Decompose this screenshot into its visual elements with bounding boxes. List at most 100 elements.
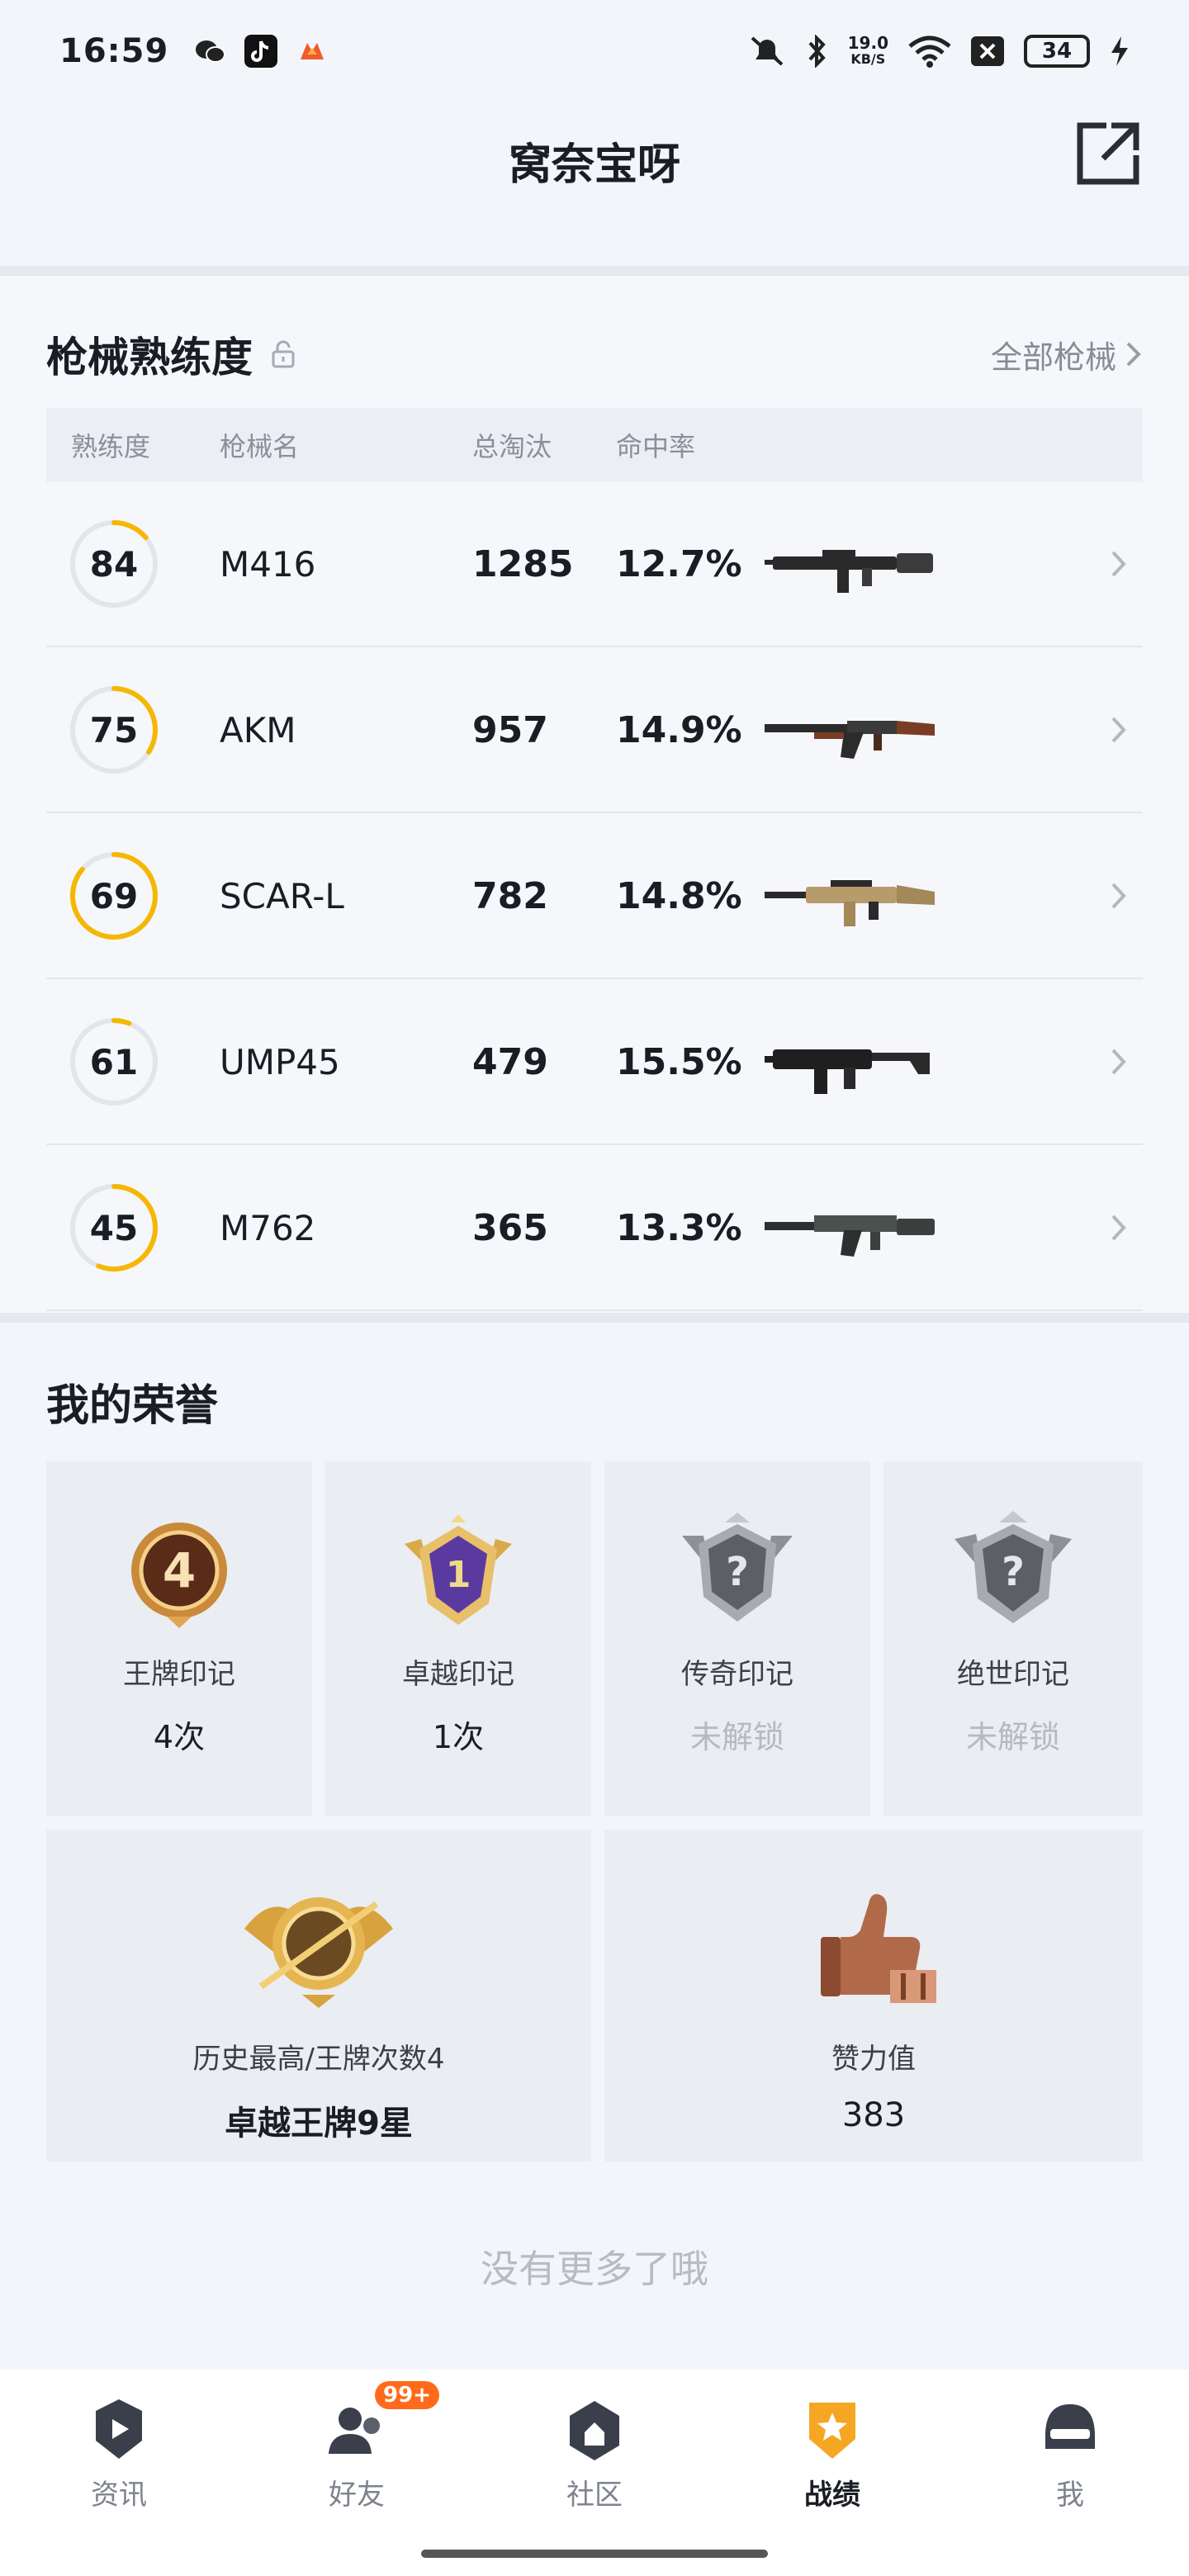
- weapon-hit-rate: 13.3%: [616, 1206, 742, 1249]
- bottom-nav: 资讯 99+ 好友 社区 战绩 我: [0, 2370, 1189, 2576]
- weapon-name: SCAR-L: [220, 875, 344, 916]
- weapon-row[interactable]: 45 M762 365 13.3%: [46, 1146, 1143, 1311]
- chevron-right-icon: [1111, 1215, 1126, 1241]
- ace-mark-badge-icon: 4: [131, 1522, 227, 1628]
- honor-tile-ace[interactable]: 4 王牌印记 4次: [46, 1461, 312, 1816]
- svg-text:1: 1: [446, 1554, 471, 1596]
- page-header: 窝奈宝呀: [0, 102, 1189, 268]
- honor-tile-rank[interactable]: 历史最高/王牌次数4 卓越王牌9星: [46, 1830, 591, 2162]
- weapon-kills: 479: [472, 1040, 548, 1083]
- svg-text:4: 4: [163, 1542, 196, 1598]
- honors-title: 我的荣誉: [46, 1381, 219, 1431]
- nav-item-news[interactable]: 资讯: [0, 2370, 238, 2576]
- chevron-right-icon: [1111, 551, 1126, 577]
- friends-count-badge: 99+: [375, 2381, 439, 2409]
- section-divider: [0, 266, 1189, 276]
- douyin-icon: [244, 35, 278, 68]
- chevron-right-icon: [1126, 342, 1141, 367]
- mastery-ring: 61: [66, 1014, 162, 1110]
- mastery-ring: 69: [66, 848, 162, 944]
- profile-helmet-icon: [1045, 2404, 1095, 2449]
- mute-icon: [751, 36, 783, 66]
- weapon-row[interactable]: 84 M416 1285 12.7%: [46, 482, 1143, 647]
- lock-icon: [272, 340, 295, 368]
- battery-indicator: 34: [1024, 35, 1090, 68]
- chevron-right-icon: [1111, 1049, 1126, 1075]
- weapon-row[interactable]: 75 AKM 957 14.9%: [46, 648, 1143, 813]
- column-weapon-name: 枪械名: [220, 431, 300, 462]
- mastery-ring: 45: [66, 1180, 162, 1276]
- news-icon: [96, 2399, 142, 2459]
- weapon-row[interactable]: 61 UMP45 479 15.5%: [46, 980, 1143, 1145]
- community-icon: [570, 2401, 619, 2460]
- weapon-ump-image: [765, 1049, 930, 1094]
- mastery-value: 61: [89, 1041, 139, 1082]
- rank-label: 历史最高/王牌次数4: [192, 2043, 445, 2076]
- mastery-ring: 75: [66, 682, 162, 778]
- likes-value: 383: [841, 2096, 906, 2134]
- nav-item-community[interactable]: 社区: [476, 2370, 713, 2576]
- weapon-row[interactable]: 69 SCAR-L 782 14.8%: [46, 814, 1143, 979]
- honor-label: 传奇印记: [681, 1658, 793, 1691]
- honor-label: 卓越印记: [402, 1658, 514, 1691]
- all-weapons-label: 全部枪械: [990, 339, 1116, 376]
- nav-item-me[interactable]: 我: [951, 2370, 1189, 2576]
- chevron-right-icon: [1111, 883, 1126, 909]
- honor-value: 4次: [153, 1719, 206, 1755]
- nav-item-stats[interactable]: 战绩: [713, 2370, 951, 2576]
- bluetooth-icon: [808, 35, 826, 68]
- mastery-value: 84: [89, 543, 139, 585]
- weapon-m762-image: [765, 1215, 935, 1257]
- svg-text:?: ?: [726, 1549, 749, 1595]
- nav-label: 战绩: [804, 2479, 860, 2512]
- charging-icon: [1111, 36, 1128, 66]
- honor-value: 未解锁: [965, 1719, 1060, 1755]
- chevron-right-icon: [1111, 717, 1126, 743]
- legend-mark-badge-icon: ?: [682, 1513, 793, 1622]
- honor-tile-likes[interactable]: 赞力值 383: [604, 1830, 1143, 2162]
- honor-label: 王牌印记: [123, 1658, 235, 1691]
- weapon-kills: 782: [472, 874, 548, 917]
- column-hit-rate: 命中率: [616, 431, 696, 462]
- mastery-value: 75: [89, 709, 139, 751]
- net-speed-unit: KB/S: [850, 51, 886, 67]
- weapon-kills: 365: [472, 1206, 548, 1249]
- status-bar: 16:59 19.0 KB/S 34: [0, 0, 1189, 102]
- share-external-icon[interactable]: [1073, 119, 1143, 188]
- honor-tile-peerless[interactable]: ? 绝世印记 未解锁: [883, 1461, 1143, 1816]
- nav-label: 社区: [566, 2479, 623, 2512]
- nav-label: 我: [1056, 2479, 1084, 2512]
- net-speed-value: 19.0: [847, 33, 888, 53]
- status-time: 16:59: [59, 32, 169, 70]
- weapon-table-header: 熟练度 枪械名 总淘汰 命中率: [46, 408, 1143, 482]
- nav-item-friends[interactable]: 99+ 好友: [238, 2370, 476, 2576]
- sim-off-icon: [971, 36, 1004, 66]
- peerless-mark-badge-icon: ?: [955, 1511, 1072, 1623]
- all-weapons-link[interactable]: 全部枪械: [991, 332, 1143, 377]
- weapon-hit-rate: 14.9%: [616, 708, 742, 751]
- column-mastery: 熟练度: [71, 431, 151, 462]
- honor-tile-legend[interactable]: ? 传奇印记 未解锁: [604, 1461, 870, 1816]
- wifi-icon: [908, 36, 951, 68]
- thumbs-up-trophy-icon: [821, 1894, 936, 2003]
- weapon-scar-image: [765, 880, 935, 926]
- weapon-name: AKM: [220, 709, 296, 751]
- section-divider: [0, 1313, 1189, 1323]
- weapon-name: M762: [220, 1207, 316, 1248]
- status-right-icons: 19.0 KB/S 34: [747, 35, 1130, 68]
- likes-label: 赞力值: [831, 2043, 916, 2076]
- net-speed: 19.0 KB/S: [848, 35, 888, 68]
- weapon-mastery-title: 枪械熟练度: [46, 334, 253, 381]
- honor-label: 绝世印记: [957, 1658, 1069, 1691]
- no-more-text: 没有更多了哦: [481, 2247, 708, 2291]
- weapon-kills: 1285: [472, 542, 574, 585]
- weapon-hit-rate: 12.7%: [616, 542, 742, 585]
- mastery-value: 45: [89, 1207, 139, 1248]
- honor-tile-excellence[interactable]: 1 卓越印记 1次: [325, 1461, 591, 1816]
- weapon-m416-image: [765, 550, 933, 593]
- rank-tier-badge-icon: [244, 1897, 393, 2008]
- column-total-kills: 总淘汰: [472, 431, 552, 462]
- home-indicator[interactable]: [421, 2550, 768, 2558]
- game-app-icon: [301, 43, 324, 59]
- weapon-hit-rate: 15.5%: [616, 1040, 742, 1083]
